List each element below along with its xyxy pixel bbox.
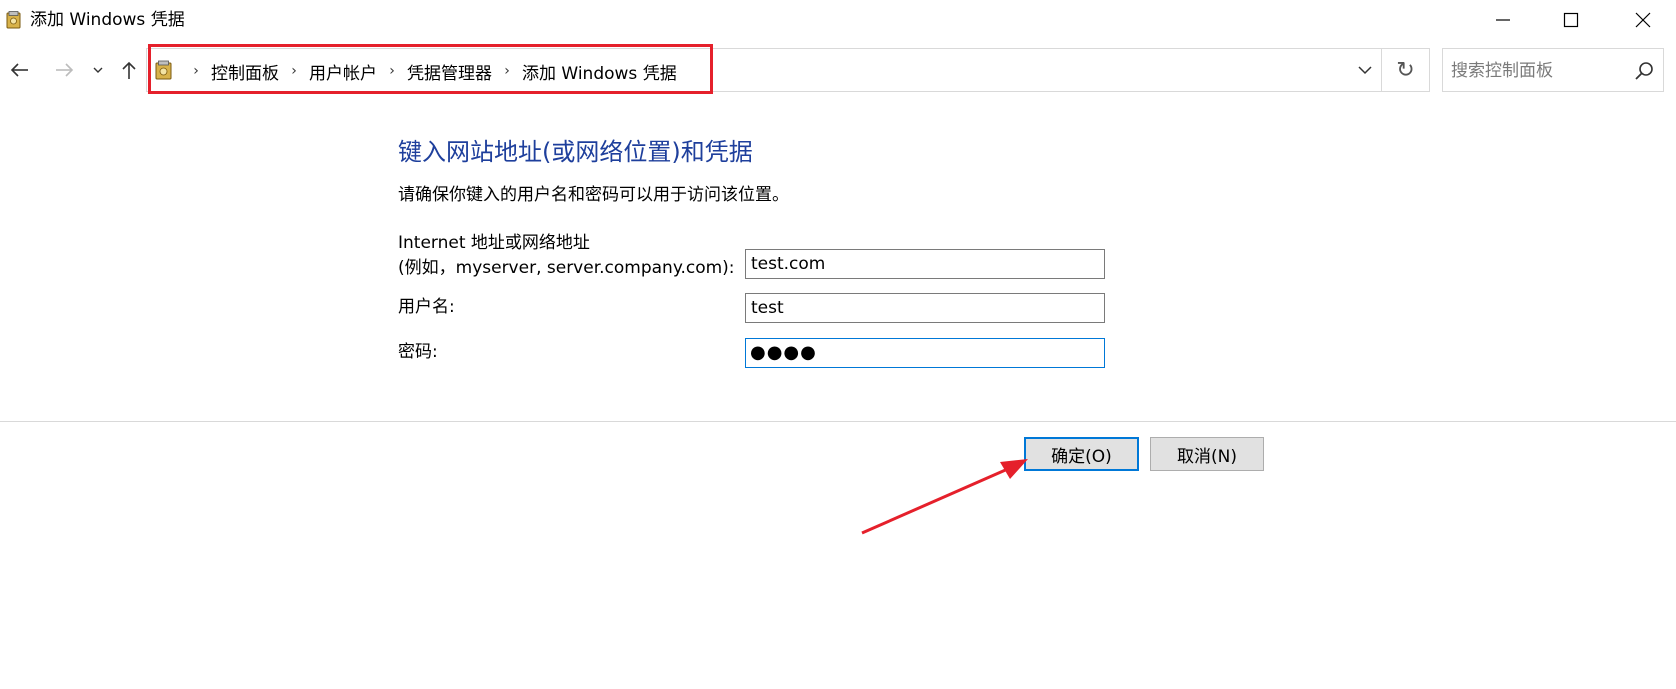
refresh-icon: ↻ xyxy=(1396,57,1415,83)
password-label: 密码: xyxy=(398,342,438,362)
arrow-right-icon xyxy=(56,63,74,77)
page-title: 键入网站地址(或网络位置)和凭据 xyxy=(398,138,753,166)
username-field[interactable] xyxy=(745,293,1105,323)
divider xyxy=(0,421,1676,422)
chevron-down-icon xyxy=(93,67,103,73)
up-button[interactable] xyxy=(116,54,142,86)
ok-button[interactable]: 确定(O) xyxy=(1024,437,1139,471)
chevron-down-icon xyxy=(1358,66,1372,75)
back-button[interactable] xyxy=(6,54,34,86)
search-box[interactable] xyxy=(1442,48,1664,92)
annotation-arrow xyxy=(861,459,1028,535)
navigation-bar: › 控制面板 › 用户帐户 › 凭据管理器 › 添加 Windows 凭据 ↻ xyxy=(0,44,1676,96)
password-field[interactable] xyxy=(745,338,1105,368)
maximize-button[interactable] xyxy=(1538,0,1604,40)
arrow-left-icon xyxy=(10,63,28,77)
forward-button[interactable] xyxy=(50,54,78,86)
maximize-icon xyxy=(1563,12,1579,28)
address-field[interactable] xyxy=(745,249,1105,279)
search-input[interactable] xyxy=(1451,59,1621,83)
recent-locations-button[interactable] xyxy=(90,54,106,86)
address-label: Internet 地址或网络地址 xyxy=(398,233,590,253)
refresh-button[interactable]: ↻ xyxy=(1382,48,1430,92)
cancel-button[interactable]: 取消(N) xyxy=(1150,437,1264,471)
search-icon[interactable] xyxy=(1633,60,1655,82)
instruction-text: 请确保你键入的用户名和密码可以用于访问该位置。 xyxy=(398,185,789,205)
title-bar: 添加 Windows 凭据 xyxy=(0,0,1676,40)
window-title: 添加 Windows 凭据 xyxy=(30,10,185,30)
address-example-label: (例如，myserver, server.company.com): xyxy=(398,258,735,278)
arrow-up-icon xyxy=(122,61,136,79)
address-dropdown-button[interactable] xyxy=(1347,49,1383,91)
minimize-button[interactable] xyxy=(1470,0,1536,40)
minimize-icon xyxy=(1496,19,1510,21)
close-icon xyxy=(1635,12,1651,28)
username-label: 用户名: xyxy=(398,297,455,317)
annotation-highlight-box xyxy=(148,44,713,94)
close-button[interactable] xyxy=(1610,0,1676,40)
credential-manager-icon xyxy=(6,11,21,29)
